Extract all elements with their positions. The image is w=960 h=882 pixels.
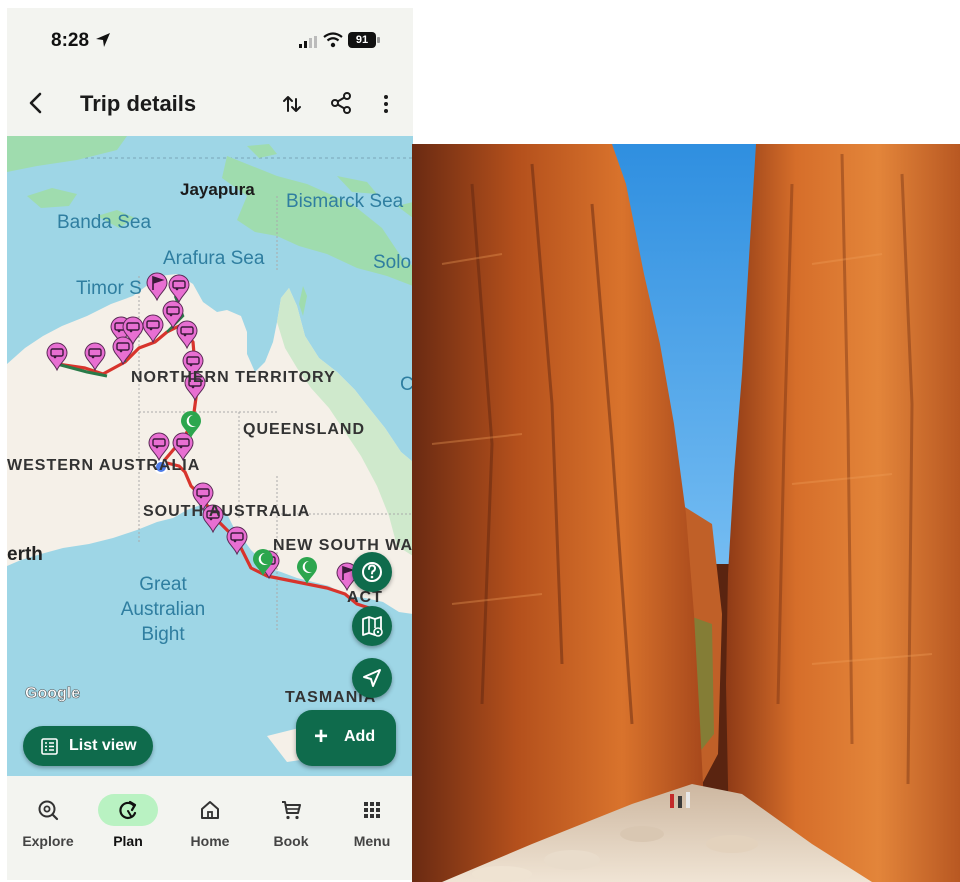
navigation-arrow-icon [363, 669, 381, 687]
cellular-signal-icon [299, 36, 317, 48]
back-arrow-icon[interactable] [23, 90, 49, 116]
battery-tip [377, 37, 380, 43]
map-settings-icon [362, 616, 383, 637]
nav-icon-container [98, 794, 158, 826]
map-label-perth: erth [7, 544, 43, 565]
plus-icon: + [314, 723, 329, 750]
wifi-icon [323, 32, 343, 48]
map-label-bismarck-sea: Bismarck Sea [286, 191, 404, 212]
map-label-queensland: QUEENSLAND [243, 421, 366, 438]
gorge-photo [412, 144, 960, 882]
bottom-navigation: Explore Plan Home Book Menu [7, 776, 413, 880]
sort-icon[interactable] [280, 92, 304, 116]
nav-label-plan: Plan [113, 833, 143, 849]
nav-icon-container [18, 794, 78, 826]
nav-item-home[interactable]: Home [170, 786, 250, 866]
grid-icon [364, 802, 380, 818]
battery-indicator: 91 [348, 32, 376, 48]
location-arrow-icon [96, 33, 110, 47]
map-label-south-australia: SOUTH AUSTRALIA [143, 503, 311, 520]
nav-icon-container [180, 794, 240, 826]
list-view-label: List view [69, 737, 137, 754]
phone-screen: 8:28 91 Trip details Jayapura Bismarck S… [7, 8, 413, 880]
app-header: Trip details [7, 70, 413, 136]
more-vertical-icon[interactable] [379, 92, 393, 116]
help-button[interactable] [352, 552, 392, 592]
add-button[interactable]: + Add [296, 710, 396, 766]
map-label-great-australian-bight: Great Australian Bight [120, 574, 206, 645]
nav-icon-container [261, 794, 321, 826]
nav-item-menu[interactable]: Menu [332, 786, 412, 866]
nav-label-explore: Explore [22, 833, 74, 849]
map-label-banda-sea: Banda Sea [57, 212, 152, 233]
trip-map[interactable]: Jayapura Bismarck Sea Banda Sea Arafura … [7, 136, 413, 776]
list-view-button[interactable]: List view [23, 726, 153, 766]
plan-icon [119, 800, 137, 820]
map-label-jayapura: Jayapura [180, 180, 255, 199]
map-label-arafura-sea: Arafura Sea [163, 248, 265, 269]
map-settings-button[interactable] [352, 606, 392, 646]
status-time: 8:28 [51, 30, 90, 51]
map-label-timor-sea: Timor S [76, 278, 142, 299]
share-icon[interactable] [329, 91, 353, 115]
explore-icon [38, 800, 59, 821]
list-icon [41, 738, 58, 755]
page-title: Trip details [80, 91, 197, 116]
map-label-solomon: Solo [373, 252, 412, 273]
nav-item-book[interactable]: Book [251, 786, 331, 866]
map-label-northern-territory: NORTHERN TERRITORY [131, 369, 336, 386]
nav-item-plan[interactable]: Plan [88, 786, 168, 866]
add-label: Add [344, 728, 376, 745]
nav-label-menu: Menu [353, 833, 391, 849]
nav-icon-container [342, 794, 402, 826]
nav-label-home: Home [190, 833, 230, 849]
nav-label-book: Book [273, 833, 309, 849]
status-bar: 8:28 91 [7, 8, 413, 70]
campsite-pin[interactable] [226, 526, 248, 556]
nav-item-explore[interactable]: Explore [8, 786, 88, 866]
cart-icon [282, 801, 301, 820]
my-location-button[interactable] [352, 658, 392, 698]
google-logo: Google [25, 685, 81, 703]
help-icon [362, 562, 382, 582]
map-label-western-australia: WESTERN AUSTRALIA [7, 457, 201, 474]
home-icon [201, 801, 219, 819]
